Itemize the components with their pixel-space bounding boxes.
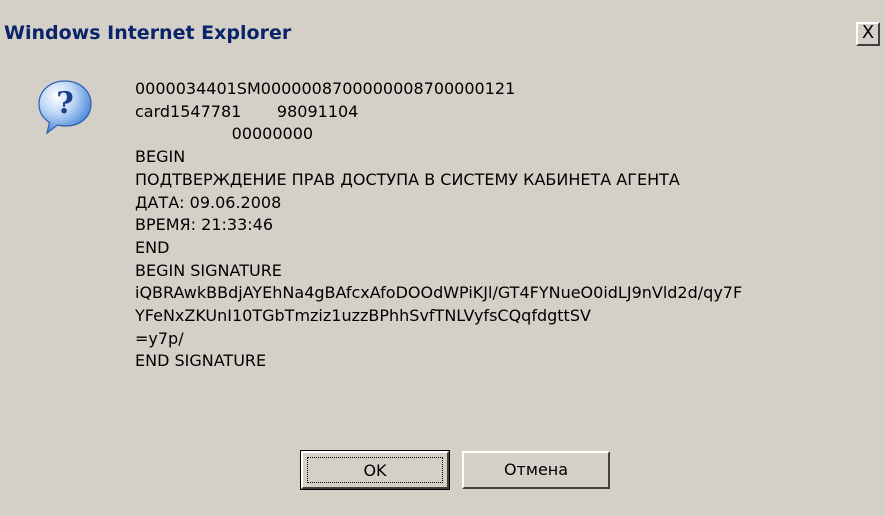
message-line: BEGIN SIGNATURE	[135, 260, 282, 280]
window-title: Windows Internet Explorer	[4, 22, 292, 44]
question-glyph: ?	[56, 86, 74, 121]
message-text: 0000034401SM0000008700000008700000121 ca…	[135, 78, 742, 373]
message-line: END	[135, 237, 170, 257]
message-line: 0000034401SM0000008700000008700000121	[135, 79, 516, 98]
close-icon: X	[861, 22, 875, 43]
dialog-bottom-edge	[0, 511, 885, 516]
message-line: iQBRAwkBBdjAYEhNa4gBAfcxAfoDOOdWPiKJl/GT…	[135, 283, 743, 303]
message-line: ВРЕМЯ: 21:33:46	[135, 215, 273, 235]
ok-button[interactable]: OK	[300, 450, 450, 490]
ok-button-label: OK	[307, 457, 443, 483]
message-line: ДАТА: 09.06.2008	[135, 192, 282, 212]
cancel-button[interactable]: Отмена	[462, 451, 610, 489]
question-icon: ?	[38, 80, 92, 135]
message-line: 00000000	[135, 124, 314, 144]
message-line: card1547781 98091104	[135, 101, 359, 121]
close-button[interactable]: X	[856, 22, 880, 46]
dialog-window: Windows Internet Explorer X ? 0000034401…	[0, 0, 885, 516]
message-line: END SIGNATURE	[135, 351, 267, 371]
message-line: YFeNxZKUnI10TGbTmziz1uzzBPhhSvfTNLVyfsCQ…	[135, 306, 591, 326]
title-bar[interactable]: Windows Internet Explorer X	[0, 14, 885, 56]
message-line: =y7p/	[135, 328, 184, 348]
message-line: ПОДТВЕРЖДЕНИЕ ПРАВ ДОСТУПА В СИСТЕМУ КАБ…	[135, 169, 680, 189]
message-line: BEGIN	[135, 147, 186, 167]
